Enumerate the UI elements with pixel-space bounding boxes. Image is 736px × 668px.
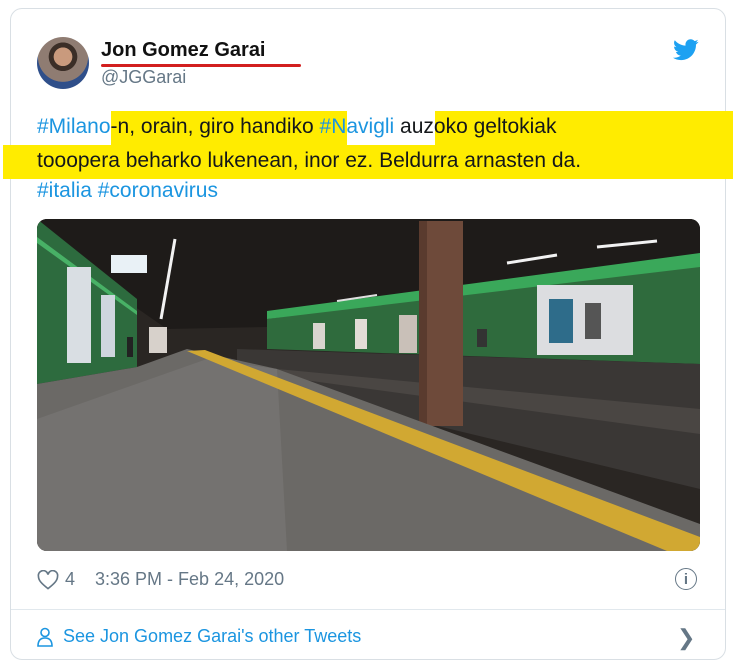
person-icon bbox=[37, 627, 53, 647]
twitter-bird-icon[interactable] bbox=[673, 39, 699, 61]
like-count[interactable]: 4 bbox=[65, 569, 75, 590]
tweet-card: Jon Gomez Garai @JGGarai #Milano-n, orai… bbox=[3, 8, 733, 660]
divider bbox=[11, 609, 725, 610]
avatar[interactable] bbox=[37, 37, 89, 89]
tweet-text-line-2: tooopera beharko lukenean, inor ez. Beld… bbox=[37, 149, 582, 172]
info-icon[interactable]: i bbox=[675, 568, 697, 590]
hashtag-coronavirus[interactable]: #coronavirus bbox=[98, 179, 218, 202]
tweet-timestamp[interactable]: 3:36 PM - Feb 24, 2020 bbox=[95, 569, 284, 590]
hashtag-navigli[interactable]: #Navigli bbox=[320, 115, 395, 138]
tweet-text-segment: auzoko geltokiak bbox=[394, 115, 557, 138]
tweet-meta: 4 3:36 PM - Feb 24, 2020 bbox=[37, 569, 284, 590]
hashtag-milano[interactable]: #Milano bbox=[37, 115, 111, 138]
metro-station-image bbox=[37, 219, 700, 551]
author-handle[interactable]: @JGGarai bbox=[101, 67, 186, 88]
heart-icon[interactable] bbox=[37, 569, 59, 590]
chevron-right-icon[interactable]: ❯ bbox=[677, 625, 695, 651]
tweet-text-segment: -n, orain, giro handiko bbox=[110, 115, 320, 138]
hashtag-italia[interactable]: #italia bbox=[37, 179, 92, 202]
tweet-text-line-3: #italia #coronavirus bbox=[37, 179, 218, 203]
tweet-photo[interactable] bbox=[37, 219, 700, 551]
author-name[interactable]: Jon Gomez Garai bbox=[101, 39, 266, 62]
tweet-text-line-1: #Milano-n, orain, giro handiko #Navigli … bbox=[37, 115, 557, 139]
see-other-tweets-link[interactable]: See Jon Gomez Garai's other Tweets bbox=[37, 626, 361, 647]
see-other-tweets-label: See Jon Gomez Garai's other Tweets bbox=[63, 626, 362, 646]
